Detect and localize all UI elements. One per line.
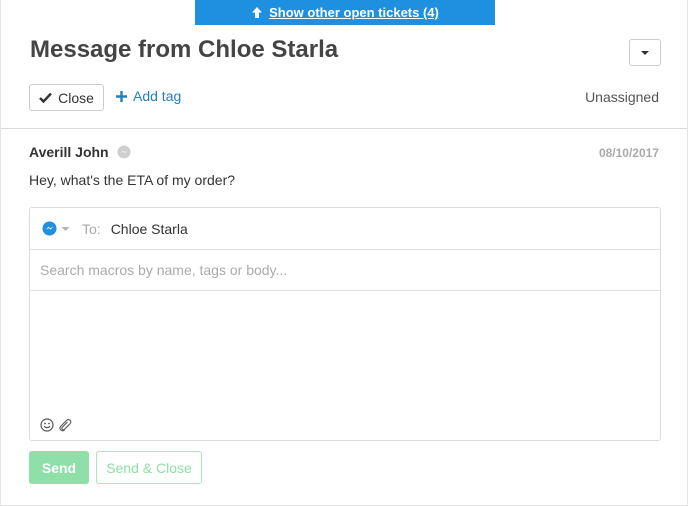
sender-name: Averill John [29, 144, 109, 160]
macro-search-input[interactable] [40, 262, 640, 278]
show-open-tickets-label: Show other open tickets (4) [269, 5, 439, 20]
ticket-title: Message from Chloe Starla [30, 36, 339, 63]
assignee-selector[interactable]: Unassigned [585, 89, 659, 105]
smiley-icon [40, 418, 54, 432]
chat-bubble-icon [117, 145, 131, 159]
ticket-options-dropdown[interactable] [629, 39, 661, 66]
plus-icon [116, 90, 127, 102]
reply-composer: To: Chloe Starla [29, 207, 661, 441]
reply-body-input[interactable] [30, 292, 660, 402]
macro-search-row [30, 250, 660, 291]
paperclip-icon [59, 419, 72, 432]
checkmark-icon [39, 92, 52, 103]
message-date: 08/10/2017 [598, 146, 659, 160]
message-body: Hey, what's the ETA of my order? [29, 172, 236, 188]
emoji-button[interactable] [40, 418, 54, 432]
send-and-close-button[interactable]: Send & Close [96, 451, 202, 484]
show-open-tickets-banner[interactable]: Show other open tickets (4) [195, 0, 495, 25]
ticket-view: Show other open tickets (4) Message from… [0, 0, 688, 506]
add-tag-label: Add tag [133, 88, 182, 104]
composer-tools [40, 418, 72, 432]
recipient-name[interactable]: Chloe Starla [111, 221, 188, 237]
to-label: To: [82, 220, 101, 237]
send-button[interactable]: Send [29, 451, 89, 484]
caret-down-icon [61, 226, 70, 231]
close-ticket-label: Close [58, 89, 94, 106]
reply-body-area [30, 292, 660, 440]
messenger-icon [42, 221, 57, 236]
caret-down-icon [641, 50, 649, 55]
arrow-up-icon [252, 7, 263, 18]
header-divider [1, 128, 687, 129]
recipient-row: To: Chloe Starla [30, 208, 660, 250]
close-ticket-button[interactable]: Close [29, 84, 104, 111]
message-sender: Averill John [29, 144, 131, 160]
channel-selector[interactable] [42, 221, 70, 236]
add-tag-button[interactable]: Add tag [116, 88, 181, 104]
attach-button[interactable] [58, 418, 72, 432]
